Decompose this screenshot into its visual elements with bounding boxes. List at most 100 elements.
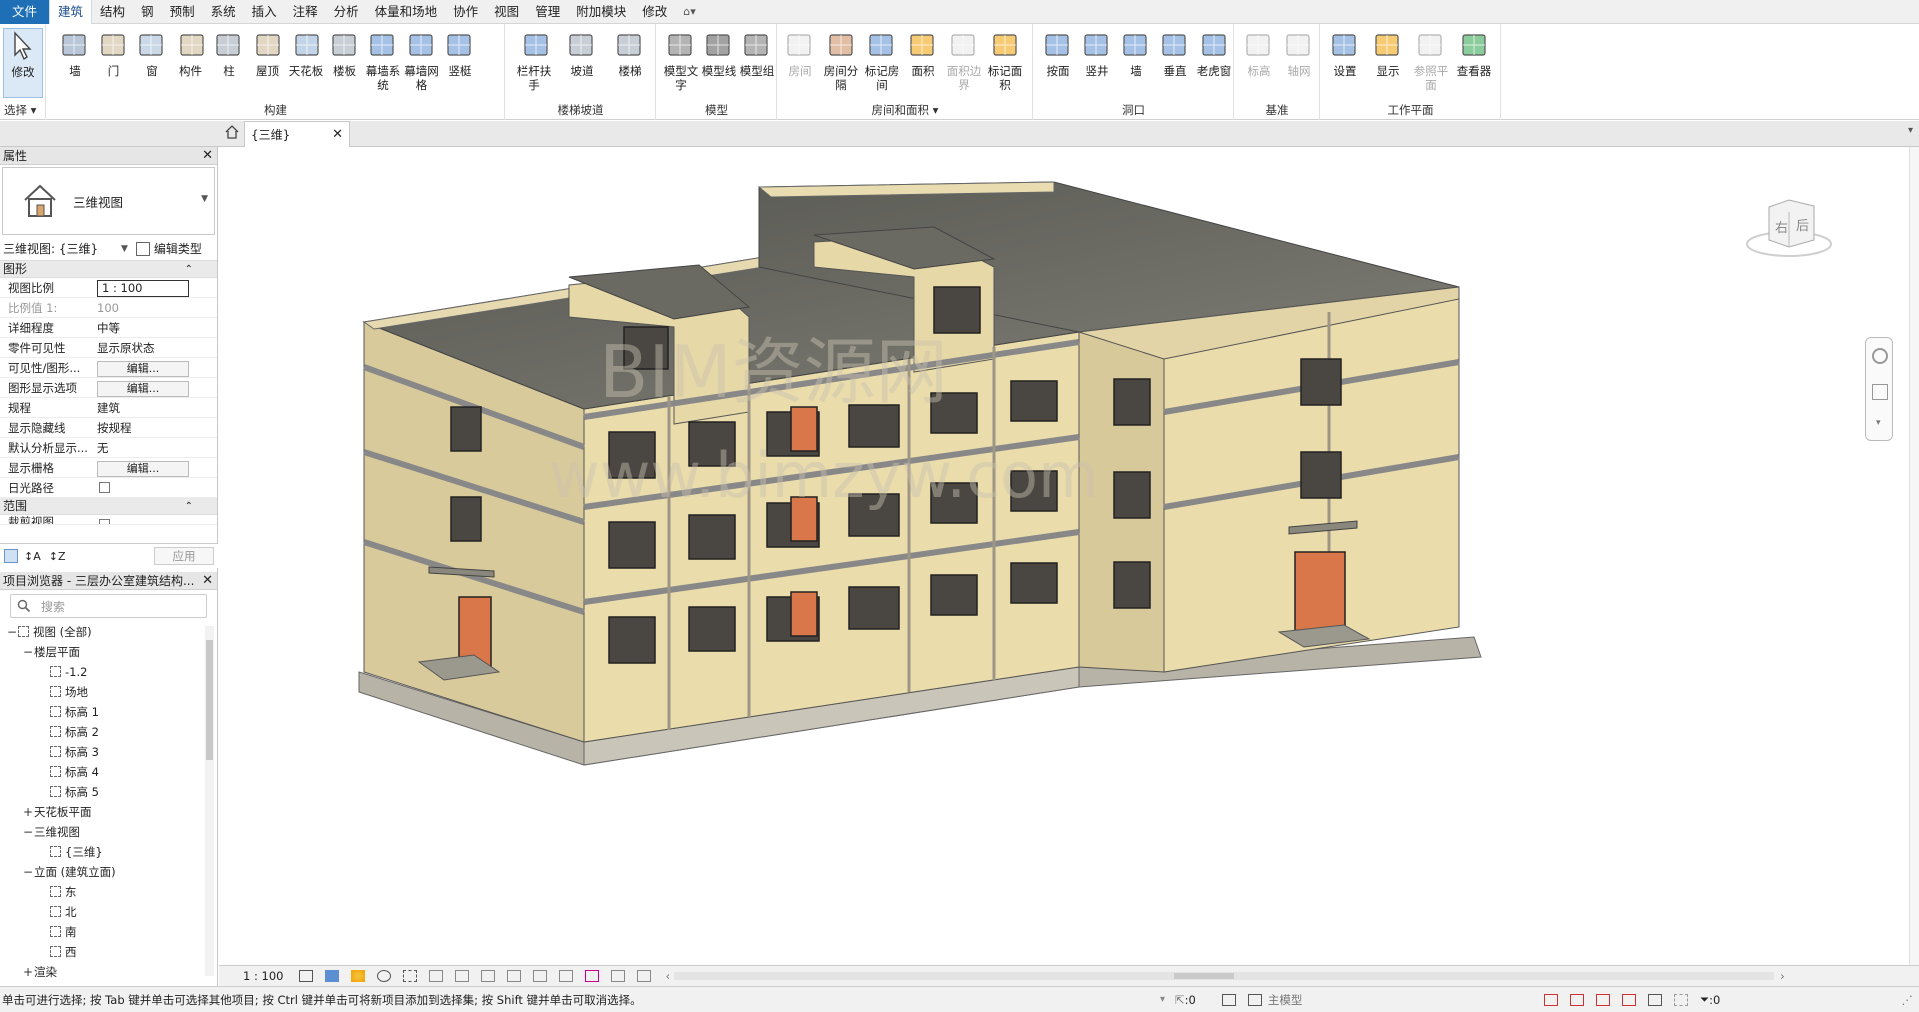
ribbon-button-opening-2[interactable]: 墙 bbox=[1116, 28, 1154, 78]
home-icon[interactable] bbox=[224, 124, 240, 140]
ribbon-button-room-3[interactable]: 面积 bbox=[903, 28, 941, 78]
view-scale[interactable]: 1 : 100 bbox=[243, 969, 283, 983]
reveal-hidden-icon[interactable] bbox=[507, 970, 522, 982]
menu-4[interactable]: 预制 bbox=[162, 0, 203, 24]
tree-item[interactable]: − 视图 (全部) bbox=[0, 622, 217, 642]
tree-item[interactable]: 标高 4 bbox=[0, 762, 217, 782]
ribbon-button-workplane-3[interactable]: 查看器 bbox=[1454, 28, 1494, 78]
ribbon-button-room-2[interactable]: 标记房间 bbox=[862, 28, 900, 92]
tree-item[interactable]: 标高 5 bbox=[0, 782, 217, 802]
ribbon-button-workplane-1[interactable]: 显示 bbox=[1368, 28, 1406, 78]
ribbon-button-room-5[interactable]: 标记面积 bbox=[985, 28, 1025, 92]
highlight-displacement-icon[interactable] bbox=[585, 970, 600, 982]
tree-item[interactable]: -1.2 bbox=[0, 662, 217, 682]
expand-toggle-icon[interactable]: + bbox=[22, 802, 34, 822]
view-scale-input[interactable]: 1 : 100 bbox=[97, 280, 189, 297]
ribbon-button-datum-1[interactable]: 轴网 bbox=[1279, 28, 1317, 78]
tree-item[interactable]: 北 bbox=[0, 902, 217, 922]
zoom-icon[interactable] bbox=[1872, 384, 1888, 400]
shadows-icon[interactable] bbox=[377, 970, 392, 982]
ribbon-button-build-10[interactable]: 竖梃 bbox=[440, 28, 478, 78]
viewport-vertical-scrollbar[interactable] bbox=[1909, 147, 1919, 965]
tree-item[interactable]: −立面 (建筑立面) bbox=[0, 862, 217, 882]
instance-dropdown[interactable]: 三维视图: {三维} bbox=[3, 240, 121, 257]
sun-path-icon[interactable] bbox=[351, 970, 366, 982]
ribbon-button-model-2[interactable]: 模型组 bbox=[737, 28, 775, 78]
tree-item[interactable]: 场地 bbox=[0, 682, 217, 702]
scroll-left-icon[interactable]: ‹ bbox=[665, 969, 670, 983]
tree-item[interactable]: +天花板平面 bbox=[0, 802, 217, 822]
close-icon[interactable]: ✕ bbox=[332, 127, 343, 142]
browser-scrollbar[interactable] bbox=[205, 626, 214, 976]
modify-button[interactable]: 修改 bbox=[3, 28, 43, 98]
expand-toggle-icon[interactable]: − bbox=[6, 622, 18, 642]
show-crop-icon[interactable] bbox=[429, 970, 444, 982]
ribbon-button-build-6[interactable]: 天花板 bbox=[286, 28, 328, 78]
visual-style-icon[interactable] bbox=[325, 970, 340, 982]
tab-3d-view[interactable]: {三维} ✕ bbox=[244, 121, 350, 147]
ribbon-button-build-9[interactable]: 幕墙网格 bbox=[402, 28, 440, 92]
design-options-icon[interactable] bbox=[1221, 993, 1236, 1006]
ribbon-button-room-4[interactable]: 面积边界 bbox=[944, 28, 982, 92]
ribbon-button-build-5[interactable]: 屋顶 bbox=[248, 28, 288, 78]
quick-access-dropdown-icon[interactable]: ⌂▾ bbox=[675, 5, 704, 18]
menu-14[interactable]: 修改 bbox=[634, 0, 675, 24]
3d-viewport[interactable]: BIM资源网 www.bimzyw.com 右 后 ▾ bbox=[219, 147, 1909, 965]
reveal-constraints-icon[interactable] bbox=[611, 970, 626, 982]
sort-desc-icon[interactable]: ↕Z bbox=[49, 550, 66, 563]
ribbon-button-stairs-0[interactable]: 栏杆扶手 bbox=[514, 28, 558, 92]
tree-item[interactable]: 标高 3 bbox=[0, 742, 217, 762]
analytical-icon[interactable] bbox=[559, 970, 574, 982]
ribbon-button-build-1[interactable]: 门 bbox=[94, 28, 132, 78]
ribbon-button-opening-3[interactable]: 垂直 bbox=[1155, 28, 1193, 78]
filter-icon[interactable]: ⏷ bbox=[1700, 992, 1709, 1007]
drag-elements-icon[interactable] bbox=[1647, 993, 1662, 1006]
ribbon-button-opening-4[interactable]: 老虎窗 bbox=[1194, 28, 1234, 78]
ribbon-button-room-1[interactable]: 房间分隔 bbox=[821, 28, 861, 92]
select-pinned-icon[interactable] bbox=[1595, 993, 1610, 1006]
temp-view-props-icon[interactable] bbox=[637, 970, 652, 982]
tree-item[interactable]: 西 bbox=[0, 942, 217, 962]
crop-view-icon[interactable] bbox=[403, 970, 418, 982]
ribbon-button-datum-0[interactable]: 标高 bbox=[1239, 28, 1277, 78]
crop-checkbox[interactable] bbox=[99, 519, 110, 524]
section-graphics[interactable]: 图形 ⌃ bbox=[0, 261, 217, 278]
section-extent[interactable]: 范围 ⌃ bbox=[0, 498, 217, 515]
workset-icon[interactable] bbox=[1247, 993, 1262, 1006]
worksharing-icon[interactable] bbox=[533, 970, 548, 982]
ribbon-button-stairs-1[interactable]: 坡道 bbox=[562, 28, 600, 78]
ribbon-button-opening-1[interactable]: 竖井 bbox=[1077, 28, 1115, 78]
ribbon-button-room-0[interactable]: 房间 bbox=[780, 28, 818, 78]
tab-menu-icon[interactable]: ▾ bbox=[1908, 125, 1913, 136]
menu-1[interactable]: 建筑 bbox=[49, 0, 93, 24]
ribbon-button-workplane-0[interactable]: 设置 bbox=[1325, 28, 1363, 78]
expand-toggle-icon[interactable]: − bbox=[22, 642, 34, 662]
detail-level-icon[interactable] bbox=[299, 970, 314, 982]
tree-item[interactable]: 标高 2 bbox=[0, 722, 217, 742]
steering-wheel-icon[interactable] bbox=[1872, 348, 1888, 364]
menu-11[interactable]: 视图 bbox=[486, 0, 527, 24]
ribbon-button-model-1[interactable]: 模型线 bbox=[699, 28, 737, 78]
ribbon-button-build-4[interactable]: 柱 bbox=[209, 28, 247, 78]
edit-button[interactable]: 编辑... bbox=[97, 361, 189, 377]
panel-room-title[interactable]: 房间和面积 ▾ bbox=[778, 102, 1032, 118]
edit-button[interactable]: 编辑... bbox=[97, 381, 189, 397]
resize-grip-icon[interactable]: ⋰ bbox=[1902, 993, 1914, 1007]
menu-5[interactable]: 系统 bbox=[203, 0, 244, 24]
tree-item[interactable]: −楼层平面 bbox=[0, 642, 217, 662]
background-process-icon[interactable] bbox=[1673, 993, 1688, 1006]
select-underlay-icon[interactable] bbox=[1569, 993, 1584, 1006]
edit-button[interactable]: 编辑... bbox=[97, 461, 189, 477]
tree-item[interactable]: {三维} bbox=[0, 842, 217, 862]
tree-item[interactable]: 南 bbox=[0, 922, 217, 942]
menu-9[interactable]: 体量和场地 bbox=[367, 0, 446, 24]
horizontal-scrollbar[interactable] bbox=[674, 972, 1775, 980]
sun-path-checkbox[interactable] bbox=[99, 482, 110, 493]
edit-type-button[interactable]: 编辑类型 bbox=[154, 240, 202, 257]
select-dropdown[interactable]: 选择 ▾ bbox=[0, 102, 45, 118]
chevron-down-icon[interactable]: ▾ bbox=[1876, 418, 1881, 428]
scroll-right-icon[interactable]: › bbox=[1780, 969, 1785, 983]
tree-item[interactable]: −三维视图 bbox=[0, 822, 217, 842]
lock-view-icon[interactable] bbox=[455, 970, 470, 982]
apply-button[interactable]: 应用 bbox=[154, 547, 214, 565]
